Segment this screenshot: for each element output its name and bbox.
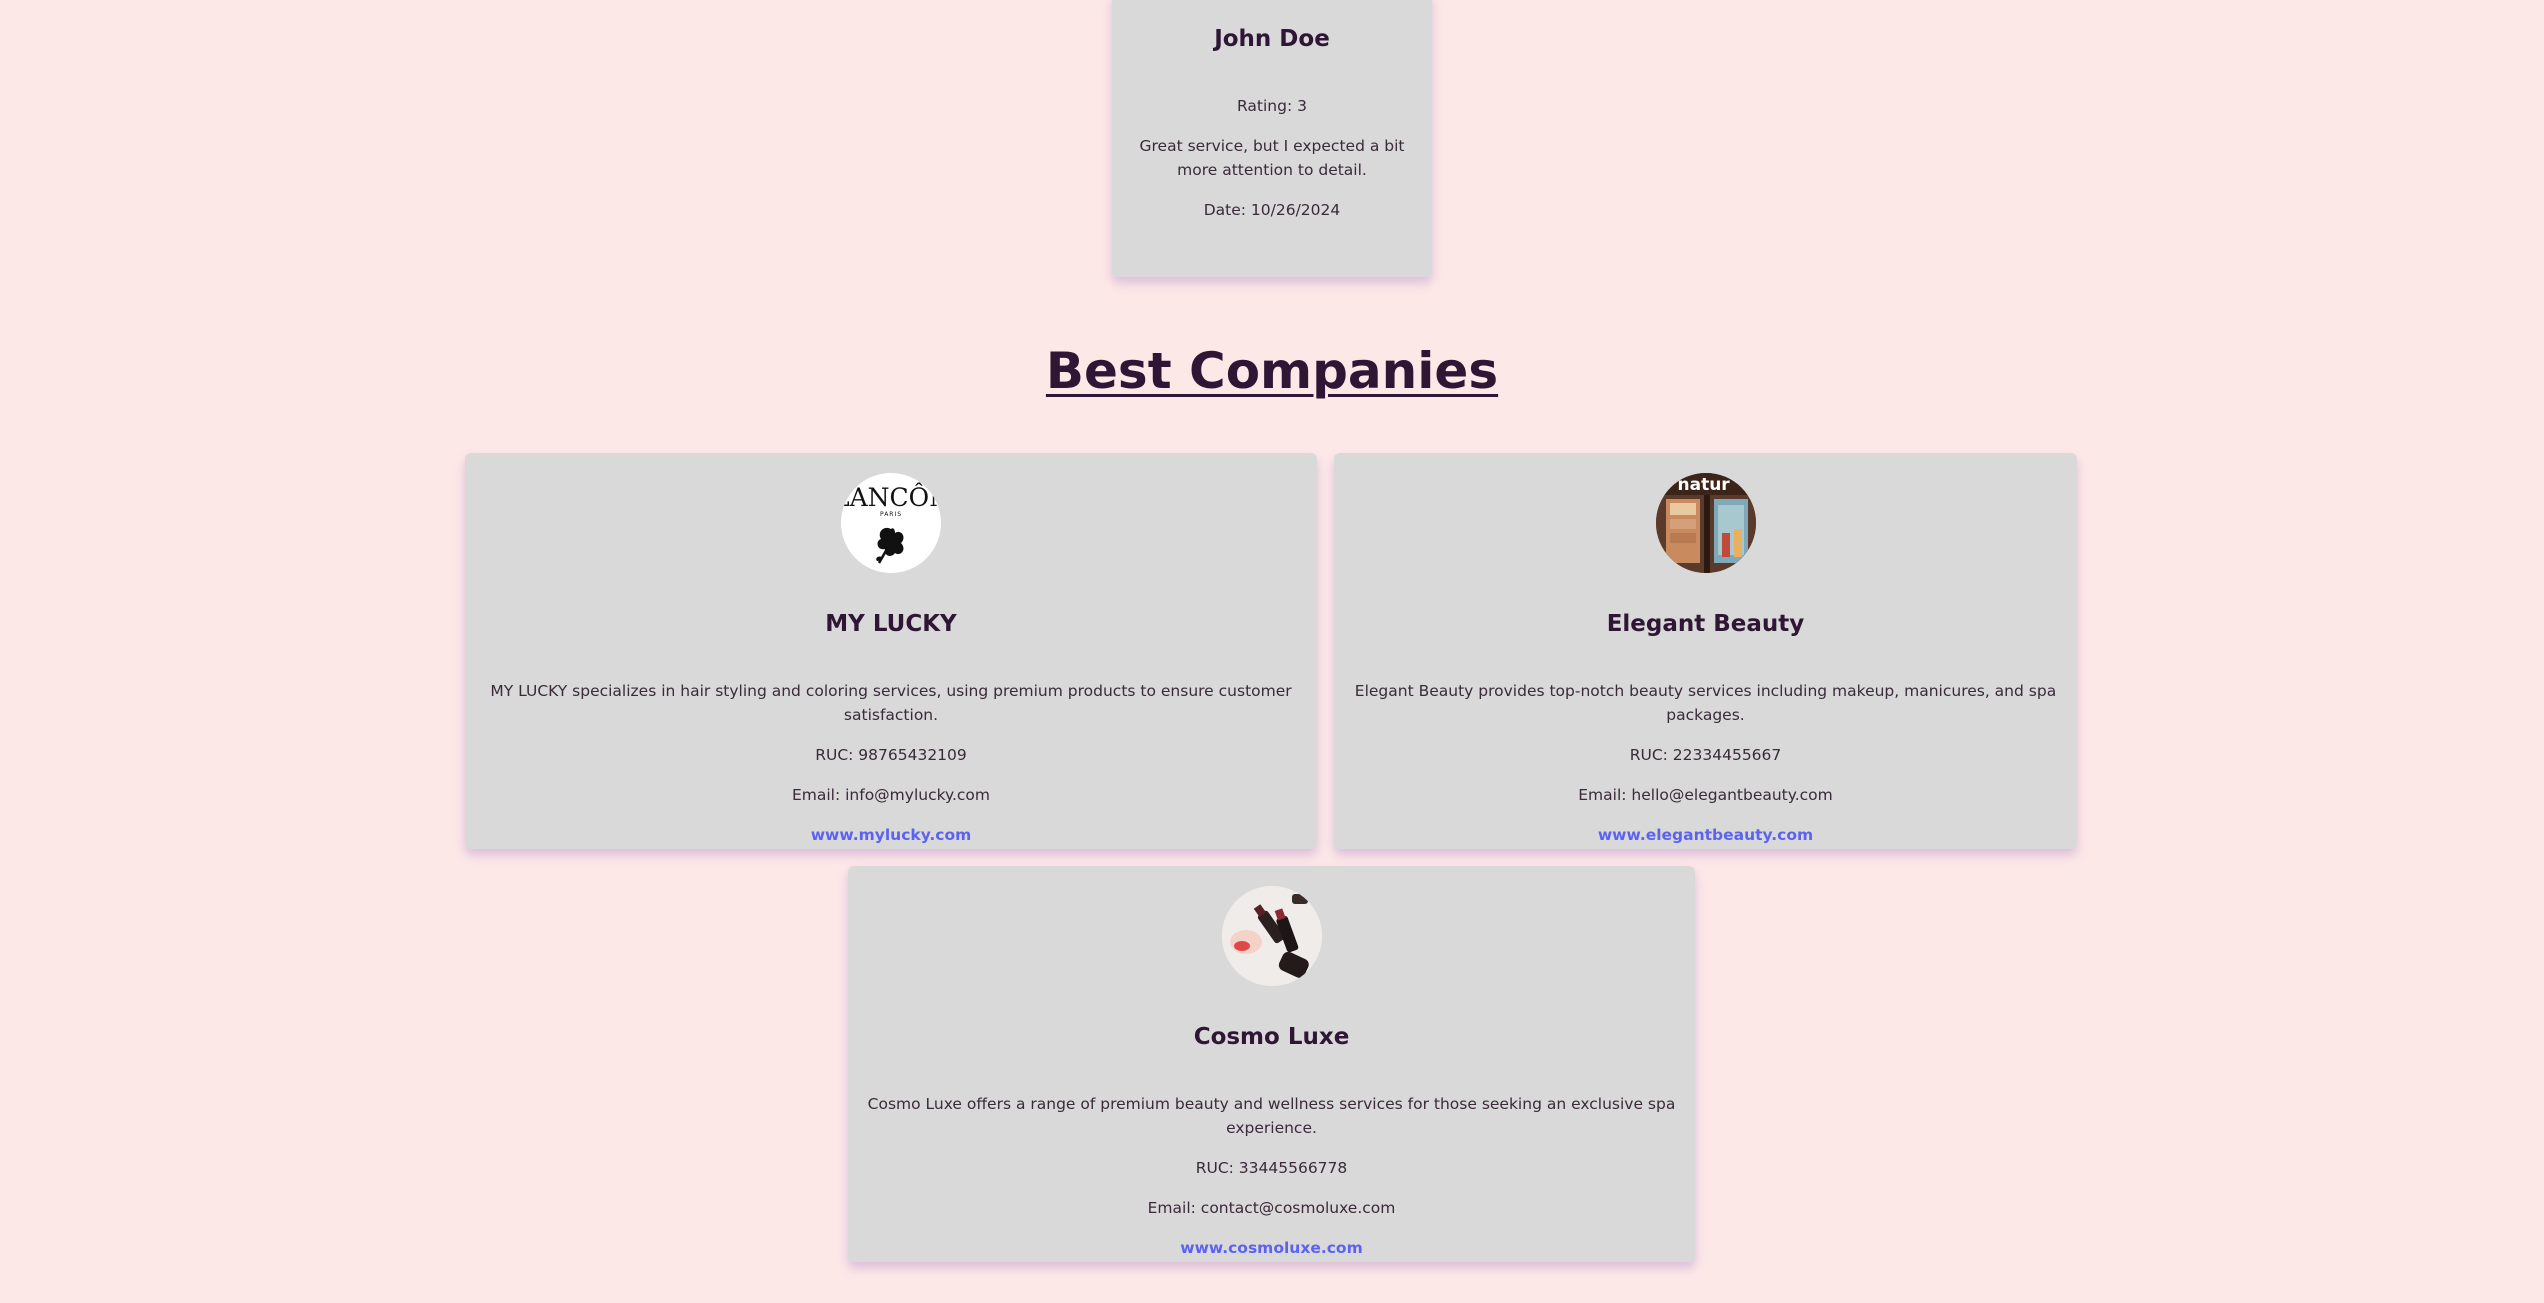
- company-ruc: RUC: 22334455667: [1629, 746, 1782, 764]
- company-logo: LANCÔME PARIS: [841, 473, 941, 573]
- review-card: John Doe Rating: 3 Great service, but I …: [1112, 0, 1432, 277]
- review-date: Date: 10/26/2024: [1203, 201, 1341, 219]
- rose-icon: [876, 527, 904, 564]
- company-name: Elegant Beauty: [1606, 611, 1805, 637]
- lipstick-image: [1221, 886, 1322, 986]
- company-website-link[interactable]: www.cosmoluxe.com: [1180, 1236, 1362, 1260]
- logo-sub-text: PARIS: [879, 511, 903, 518]
- company-email: Email: hello@elegantbeauty.com: [1578, 786, 1833, 804]
- company-card: Cosmo Luxe Cosmo Luxe offers a range of …: [848, 866, 1695, 1262]
- company-email: Email: contact@cosmoluxe.com: [1147, 1199, 1396, 1217]
- company-description: Cosmo Luxe offers a range of premium bea…: [867, 1095, 1676, 1137]
- page: John Doe Rating: 3 Great service, but I …: [0, 0, 2544, 1303]
- review-rating: Rating: 3: [1237, 97, 1307, 115]
- company-ruc: RUC: 98765432109: [815, 746, 967, 764]
- company-website-link[interactable]: www.mylucky.com: [811, 823, 972, 847]
- reviewer-name: John Doe: [1214, 26, 1330, 52]
- review-comment: Great service, but I expected a bit more…: [1139, 137, 1405, 179]
- company-card: natur Elegant Beauty Elegant Beauty prov…: [1334, 453, 2077, 849]
- logo-brand-text: natur: [1677, 475, 1730, 495]
- company-website-link[interactable]: www.elegantbeauty.com: [1598, 823, 1813, 847]
- company-description: MY LUCKY specializes in hair styling and…: [490, 682, 1292, 724]
- company-logo: [1221, 886, 1322, 986]
- section-title: Best Companies: [1045, 342, 1499, 400]
- company-description: Elegant Beauty provides top-notch beauty…: [1354, 682, 2057, 724]
- logo-brand-text: LANCÔME: [841, 483, 941, 512]
- company-ruc: RUC: 33445566778: [1195, 1159, 1348, 1177]
- company-name: MY LUCKY: [825, 611, 957, 637]
- company-card: LANCÔME PARIS MY LUCKY MY LUCKY speciali…: [465, 453, 1317, 849]
- company-email: Email: info@mylucky.com: [791, 786, 991, 804]
- company-name: Cosmo Luxe: [1193, 1024, 1350, 1050]
- company-logo: natur: [1655, 473, 1756, 573]
